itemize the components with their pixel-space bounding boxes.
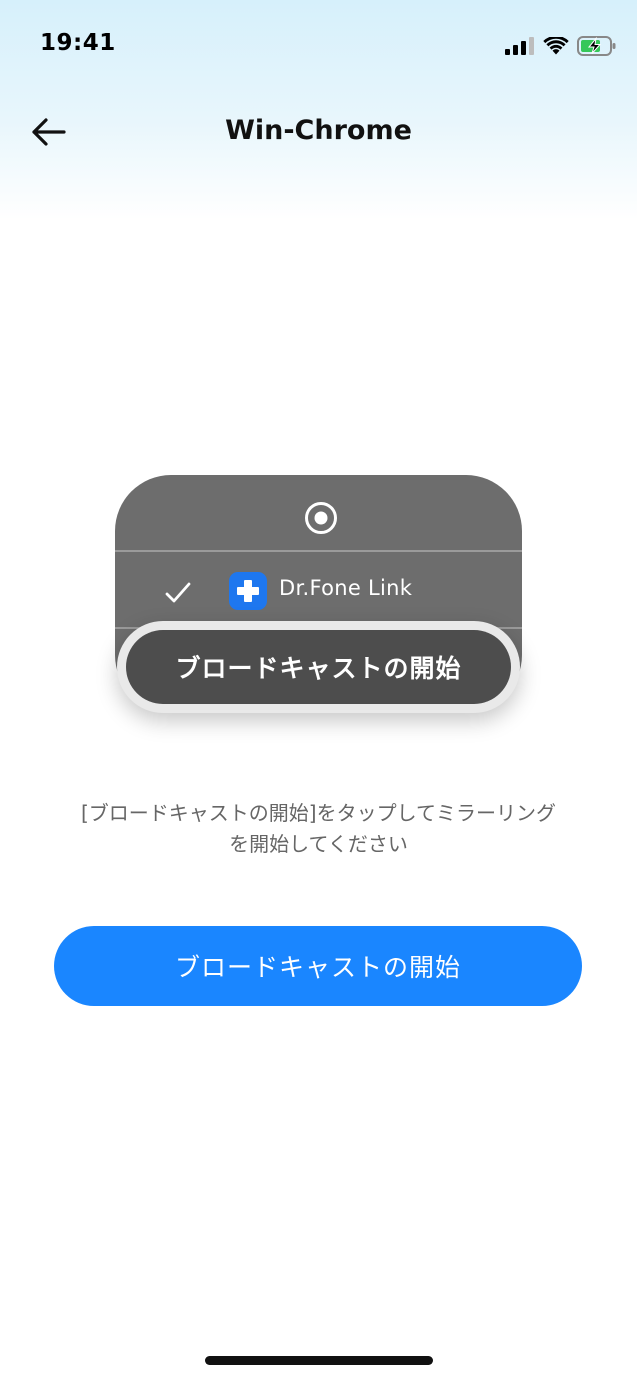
checkmark-icon — [163, 578, 193, 608]
start-broadcast-button[interactable]: ブロードキャストの開始 — [54, 926, 582, 1006]
app-name: Dr.Fone Link — [279, 576, 413, 600]
divider — [115, 550, 522, 552]
instruction-text: [ブロードキャストの開始]をタップしてミラーリング を開始してください — [40, 798, 597, 860]
battery-charging-icon — [577, 36, 617, 60]
cellular-signal-icon — [505, 37, 535, 59]
wifi-icon — [543, 35, 569, 60]
pill-label: ブロードキャストの開始 — [175, 654, 462, 683]
start-broadcast-pill-inner: ブロードキャストの開始 — [126, 630, 511, 704]
start-broadcast-pill: ブロードキャストの開始 — [117, 621, 520, 713]
broadcast-illustration: Dr.Fone Link ブロードキャストの開始 — [115, 475, 522, 725]
instruction-line-1: [ブロードキャストの開始]をタップしてミラーリング — [80, 801, 556, 825]
status-icons — [505, 35, 617, 60]
page-title: Win-Chrome — [225, 115, 412, 146]
status-time: 19:41 — [40, 30, 116, 56]
screen-record-icon — [304, 501, 338, 535]
drfone-plus-icon — [229, 572, 267, 610]
home-indicator — [205, 1356, 433, 1365]
instruction-line-2: を開始してください — [229, 832, 408, 856]
